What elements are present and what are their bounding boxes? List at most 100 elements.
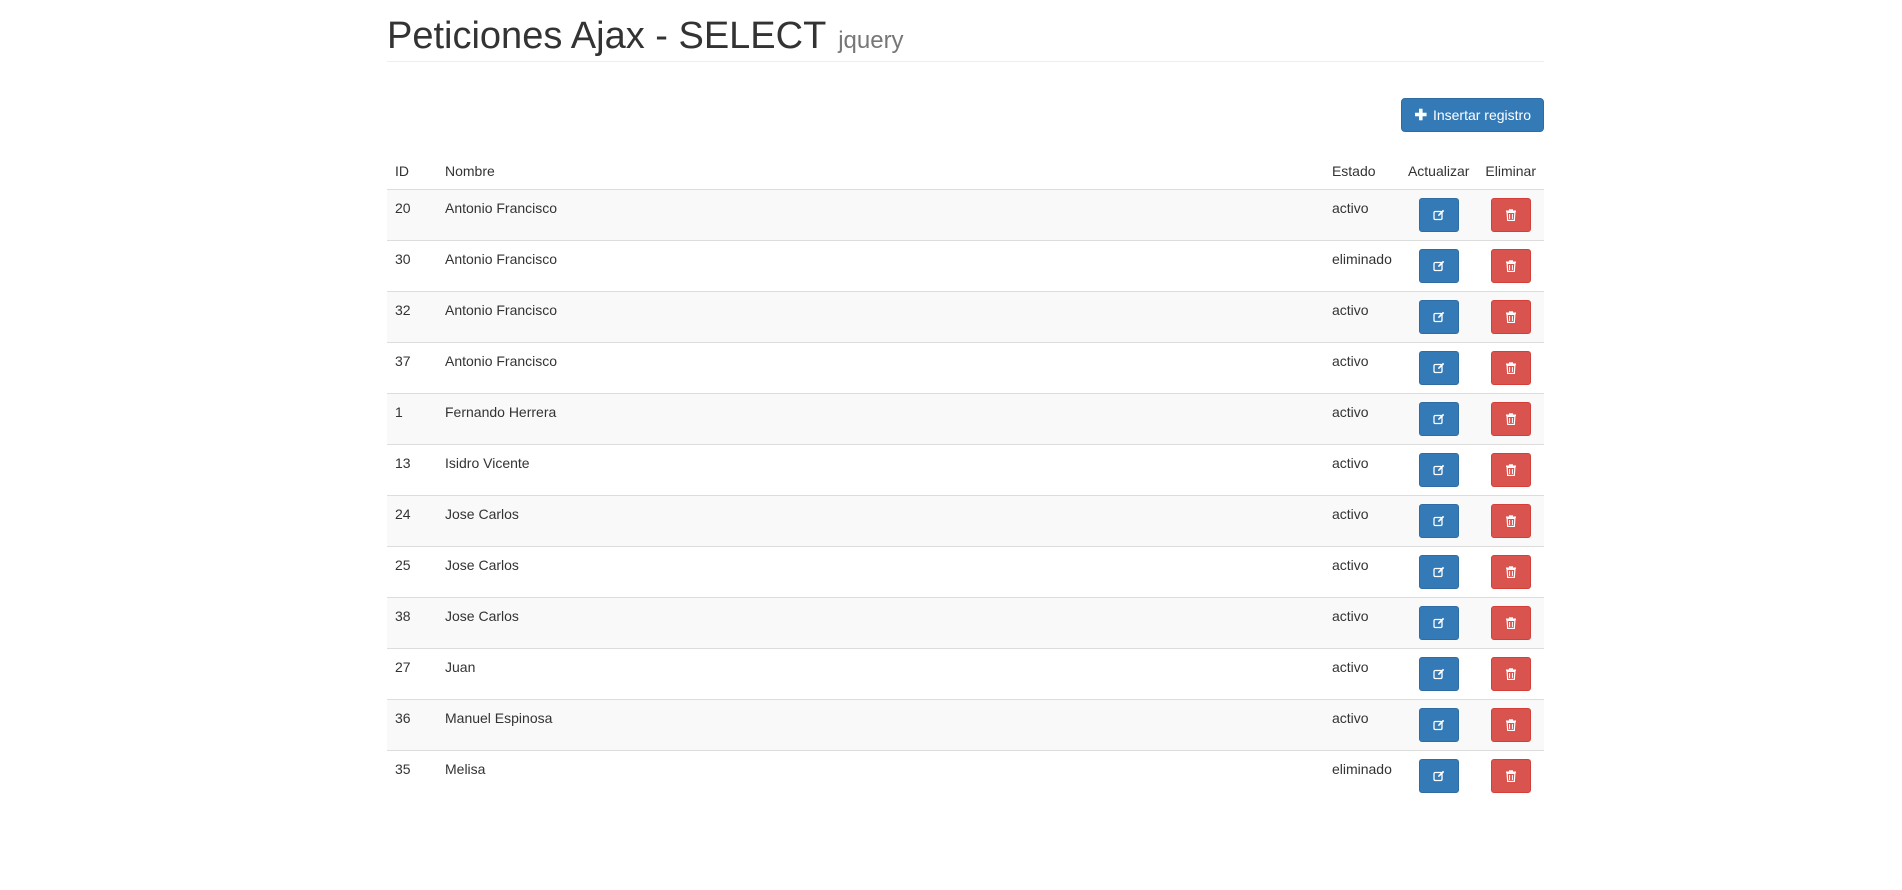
cell-id: 25 <box>387 546 437 598</box>
edit-icon <box>1433 770 1444 782</box>
cell-actualizar <box>1399 342 1478 394</box>
cell-id: 30 <box>387 240 437 292</box>
trash-icon <box>1505 209 1516 221</box>
plus-icon: ✚ <box>1414 107 1428 124</box>
table-row: 1 Fernando Herrera activo <box>387 393 1544 445</box>
delete-button[interactable] <box>1490 300 1531 334</box>
edit-button[interactable] <box>1418 657 1459 691</box>
edit-icon <box>1433 260 1444 272</box>
cell-nombre: Antonio Francisco <box>437 291 1324 343</box>
edit-button[interactable] <box>1418 759 1459 793</box>
trash-icon <box>1505 362 1516 374</box>
cell-nombre: Antonio Francisco <box>437 342 1324 394</box>
edit-icon <box>1433 209 1444 221</box>
trash-icon <box>1505 566 1516 578</box>
edit-button[interactable] <box>1418 351 1459 385</box>
cell-actualizar <box>1399 597 1478 649</box>
delete-button[interactable] <box>1490 759 1531 793</box>
column-header-nombre: Nombre <box>437 153 1324 190</box>
edit-button[interactable] <box>1418 453 1459 487</box>
cell-actualizar <box>1399 546 1478 598</box>
trash-icon <box>1505 260 1516 272</box>
cell-nombre: Antonio Francisco <box>437 189 1324 241</box>
cell-id: 13 <box>387 444 437 496</box>
cell-id: 20 <box>387 189 437 241</box>
cell-nombre: Jose Carlos <box>437 597 1324 649</box>
cell-actualizar <box>1399 291 1478 343</box>
edit-button[interactable] <box>1418 606 1459 640</box>
cell-eliminar <box>1477 699 1544 751</box>
cell-eliminar <box>1477 189 1544 241</box>
cell-id: 37 <box>387 342 437 394</box>
trash-icon <box>1505 770 1516 782</box>
delete-button[interactable] <box>1490 249 1531 283</box>
cell-estado: activo <box>1323 189 1400 241</box>
insert-record-button[interactable]: ✚ Insertar registro <box>1401 98 1544 132</box>
trash-icon <box>1505 515 1516 527</box>
edit-button[interactable] <box>1418 555 1459 589</box>
edit-button[interactable] <box>1418 198 1459 232</box>
edit-icon <box>1433 515 1444 527</box>
edit-button[interactable] <box>1418 300 1459 334</box>
delete-button[interactable] <box>1490 351 1531 385</box>
edit-button[interactable] <box>1418 249 1459 283</box>
edit-button[interactable] <box>1418 504 1459 538</box>
cell-eliminar <box>1477 495 1544 547</box>
page-header: Peticiones Ajax - SELECT jquery <box>387 0 1544 62</box>
cell-eliminar <box>1477 240 1544 292</box>
trash-icon <box>1505 413 1516 425</box>
delete-button[interactable] <box>1490 606 1531 640</box>
trash-icon <box>1505 311 1516 323</box>
edit-icon <box>1433 566 1444 578</box>
cell-nombre: Fernando Herrera <box>437 393 1324 445</box>
cell-estado: activo <box>1323 648 1400 700</box>
table-row: 24 Jose Carlos activo <box>387 495 1544 547</box>
delete-button[interactable] <box>1490 504 1531 538</box>
table-row: 32 Antonio Francisco activo <box>387 291 1544 343</box>
column-header-id: ID <box>387 153 437 190</box>
cell-id: 38 <box>387 597 437 649</box>
cell-eliminar <box>1477 648 1544 700</box>
toolbar: ✚ Insertar registro <box>387 62 1544 132</box>
edit-icon <box>1433 413 1444 425</box>
delete-button[interactable] <box>1490 555 1531 589</box>
edit-button[interactable] <box>1418 402 1459 436</box>
edit-button[interactable] <box>1418 708 1459 742</box>
cell-eliminar <box>1477 546 1544 598</box>
delete-button[interactable] <box>1490 198 1531 232</box>
delete-button[interactable] <box>1490 453 1531 487</box>
delete-button[interactable] <box>1490 708 1531 742</box>
cell-actualizar <box>1399 393 1478 445</box>
cell-nombre: Juan <box>437 648 1324 700</box>
cell-nombre: Jose Carlos <box>437 546 1324 598</box>
cell-estado: activo <box>1323 393 1400 445</box>
records-table: ID Nombre Estado Actualizar Eliminar 20 … <box>387 153 1544 802</box>
cell-actualizar <box>1399 699 1478 751</box>
cell-nombre: Melisa <box>437 750 1324 802</box>
trash-icon <box>1505 668 1516 680</box>
table-row: 37 Antonio Francisco activo <box>387 342 1544 394</box>
delete-button[interactable] <box>1490 657 1531 691</box>
edit-icon <box>1433 464 1444 476</box>
insert-record-label: Insertar registro <box>1432 107 1531 123</box>
table-row: 36 Manuel Espinosa activo <box>387 699 1544 751</box>
table-row: 13 Isidro Vicente activo <box>387 444 1544 496</box>
cell-actualizar <box>1399 240 1478 292</box>
cell-estado: activo <box>1323 444 1400 496</box>
column-header-estado: Estado <box>1323 153 1400 190</box>
trash-icon <box>1505 719 1516 731</box>
delete-button[interactable] <box>1490 402 1531 436</box>
edit-icon <box>1433 668 1444 680</box>
cell-estado: activo <box>1323 291 1400 343</box>
cell-estado: activo <box>1323 342 1400 394</box>
cell-estado: activo <box>1323 597 1400 649</box>
cell-estado: eliminado <box>1323 750 1400 802</box>
edit-icon <box>1433 617 1444 629</box>
page-title: Peticiones Ajax - SELECT jquery <box>387 14 1544 63</box>
cell-nombre: Manuel Espinosa <box>437 699 1324 751</box>
edit-icon <box>1433 362 1444 374</box>
cell-actualizar <box>1399 648 1478 700</box>
cell-eliminar <box>1477 393 1544 445</box>
cell-eliminar <box>1477 342 1544 394</box>
edit-icon <box>1433 719 1444 731</box>
